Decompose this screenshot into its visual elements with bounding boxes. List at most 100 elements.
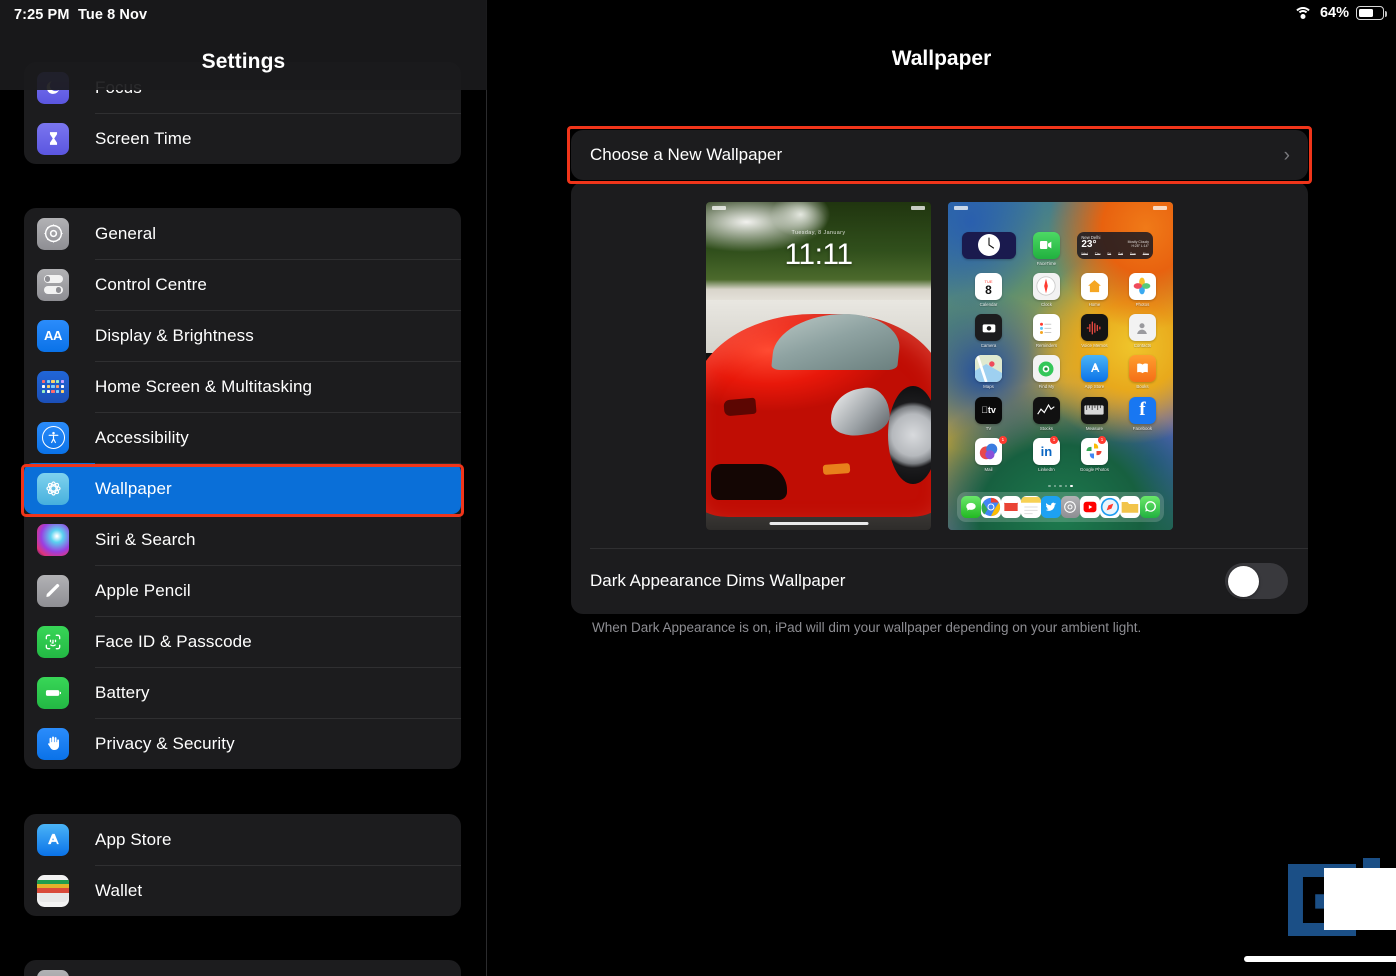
sidebar-item-control-centre[interactable]: Control Centre <box>24 259 461 310</box>
whatsapp-icon[interactable] <box>1140 495 1161 518</box>
app-books[interactable]: Books <box>1125 355 1159 391</box>
gear-icon[interactable] <box>1060 495 1081 518</box>
app-label: Books <box>1136 384 1149 390</box>
sidebar-item-label: App Store <box>95 829 172 849</box>
app-label: Reminders <box>1035 343 1058 349</box>
sidebar-item-wallpaper[interactable]: Wallpaper <box>24 463 461 514</box>
app-apple-tv[interactable]: tv TV <box>962 396 1016 433</box>
dark-appearance-toggle[interactable] <box>1225 563 1288 599</box>
battery-percent: 64% <box>1319 5 1349 21</box>
app-find-my[interactable]: Find My <box>1029 355 1063 391</box>
home-screen-dock <box>957 491 1164 522</box>
sidebar-item-label: Control Centre <box>95 274 207 294</box>
safari-icon[interactable] <box>1100 495 1121 518</box>
sidebar-item-accessibility[interactable]: Accessibility <box>24 412 461 463</box>
app-facebook[interactable]: f Facebook <box>1125 396 1159 433</box>
app-compass[interactable]: Clock <box>1029 272 1063 309</box>
car-grille <box>710 464 787 501</box>
app-voice-memos[interactable]: Voice Memos <box>1077 314 1111 350</box>
messages-icon[interactable] <box>961 495 981 518</box>
sidebar-group-stores: App Store Wallet <box>24 814 461 916</box>
sidebar-item-label: General <box>95 223 157 243</box>
mail-icon <box>975 437 1002 465</box>
twitter-icon[interactable] <box>1040 495 1061 518</box>
sidebar-item-partial[interactable] <box>24 960 461 976</box>
sidebar-group-partial-bottom <box>24 960 461 976</box>
control-centre-icon <box>37 268 69 301</box>
hourglass-icon <box>37 122 69 155</box>
files-icon[interactable] <box>1120 495 1141 518</box>
status-time: 7:25 PM <box>14 7 70 23</box>
accessibility-icon <box>37 421 69 454</box>
wallpaper-previews: Tuesday, 8 January 11:11 FaceTime New De… <box>571 202 1308 542</box>
app-label: Find My <box>1038 384 1055 390</box>
app-grid-empty <box>1125 438 1159 474</box>
app-maps[interactable]: Maps <box>962 355 1016 391</box>
sidebar-item-screen-time[interactable]: Screen Time <box>24 113 461 164</box>
sidebar-item-apple-pencil[interactable]: Apple Pencil <box>24 565 461 616</box>
app-label: FaceTime <box>1036 260 1057 266</box>
dark-appearance-label: Dark Appearance Dims Wallpaper <box>590 571 846 590</box>
apple-tv-icon: tv <box>975 396 1002 424</box>
sidebar-item-label: Privacy & Security <box>95 733 235 753</box>
choose-new-wallpaper-button[interactable]: Choose a New Wallpaper › <box>571 130 1308 180</box>
watermark-white-cover <box>1324 868 1396 930</box>
app-label: TV <box>985 425 992 431</box>
wallpaper-detail-pane: Wallpaper Choose a New Wallpaper › Tuesd… <box>487 0 1396 976</box>
stocks-icon <box>1032 396 1060 424</box>
sidebar-item-general[interactable]: General <box>24 208 461 259</box>
sidebar-item-display-brightness[interactable]: AA Display & Brightness <box>24 310 461 361</box>
home-indicator[interactable] <box>1243 956 1396 962</box>
sidebar-item-home-screen[interactable]: Home Screen & Multitasking <box>24 361 461 412</box>
app-clock-widget[interactable] <box>961 231 1016 268</box>
find-my-icon <box>1032 355 1060 383</box>
app-mail[interactable]: 1 Mail <box>962 435 1016 474</box>
home-screen-preview[interactable]: FaceTime New Delhi 23° Mostly Cloudy H:2… <box>948 202 1173 530</box>
sidebar-item-wallet[interactable]: Wallet <box>24 865 461 916</box>
notes-icon[interactable] <box>1020 495 1041 518</box>
app-label: App Store <box>1084 384 1105 390</box>
choose-new-wallpaper-label: Choose a New Wallpaper <box>590 145 783 164</box>
sidebar-item-label: Face ID & Passcode <box>95 631 252 651</box>
app-measure[interactable]: Measure <box>1077 396 1111 433</box>
lock-screen-date: Tuesday, 8 January <box>791 229 846 236</box>
page-dots[interactable] <box>948 484 1173 488</box>
ipad-settings-screen: Focus Screen Time Settings General <box>0 0 1396 976</box>
app-label: Calendar <box>979 301 998 307</box>
sidebar-item-face-id-passcode[interactable]: Face ID & Passcode <box>24 616 461 667</box>
app-camera[interactable]: Camera <box>962 314 1016 350</box>
app-app-store[interactable]: App Store <box>1077 355 1111 391</box>
app-linkedin[interactable]: in 1 LinkedIn <box>1029 435 1063 474</box>
youtube-icon[interactable] <box>1080 495 1101 518</box>
voice-memos-icon <box>1080 314 1108 342</box>
app-stocks[interactable]: Stocks <box>1029 396 1063 433</box>
app-photos[interactable]: Photos <box>1125 272 1159 309</box>
app-facetime[interactable]: FaceTime <box>1029 231 1063 268</box>
app-calendar[interactable]: TUE 8 Calendar <box>962 272 1016 309</box>
app-store-icon <box>37 823 69 856</box>
sidebar-item-app-store[interactable]: App Store <box>24 814 461 865</box>
lock-screen-preview[interactable]: Tuesday, 8 January 11:11 <box>706 202 931 530</box>
preview-status-bar <box>948 206 1173 214</box>
sidebar-item-siri-search[interactable]: Siri & Search <box>24 514 461 565</box>
app-label: Voice Memos <box>1081 343 1108 349</box>
app-contacts[interactable]: Contacts <box>1125 314 1159 350</box>
app-label: Home <box>1088 301 1101 307</box>
sidebar-item-battery[interactable]: Battery <box>24 667 461 718</box>
status-date: Tue 8 Nov <box>78 7 148 23</box>
app-home[interactable]: Home <box>1077 272 1111 309</box>
aa-icon: AA <box>37 319 69 352</box>
sidebar-group-system: General Control Centre AA Display & Brig… <box>24 208 461 769</box>
calendar-icon: TUE 8 <box>975 272 1002 300</box>
weather-widget[interactable]: New Delhi 23° Mostly Cloudy H:28° L:14° … <box>1077 231 1159 268</box>
weather-sub: Mostly Cloudy H:28° L:14° <box>1127 239 1149 248</box>
app-label: Mail <box>984 466 993 472</box>
sidebar-item-label: Display & Brightness <box>95 325 254 345</box>
sidebar-item-privacy-security[interactable]: Privacy & Security <box>24 718 461 769</box>
chrome-icon[interactable] <box>980 495 1001 518</box>
app-label: LinkedIn <box>1038 466 1055 472</box>
gmail-icon[interactable] <box>1000 495 1021 518</box>
app-google-photos[interactable]: 1 Google Photos <box>1077 435 1111 474</box>
camera-icon <box>975 314 1002 342</box>
app-reminders[interactable]: Reminders <box>1029 314 1063 350</box>
